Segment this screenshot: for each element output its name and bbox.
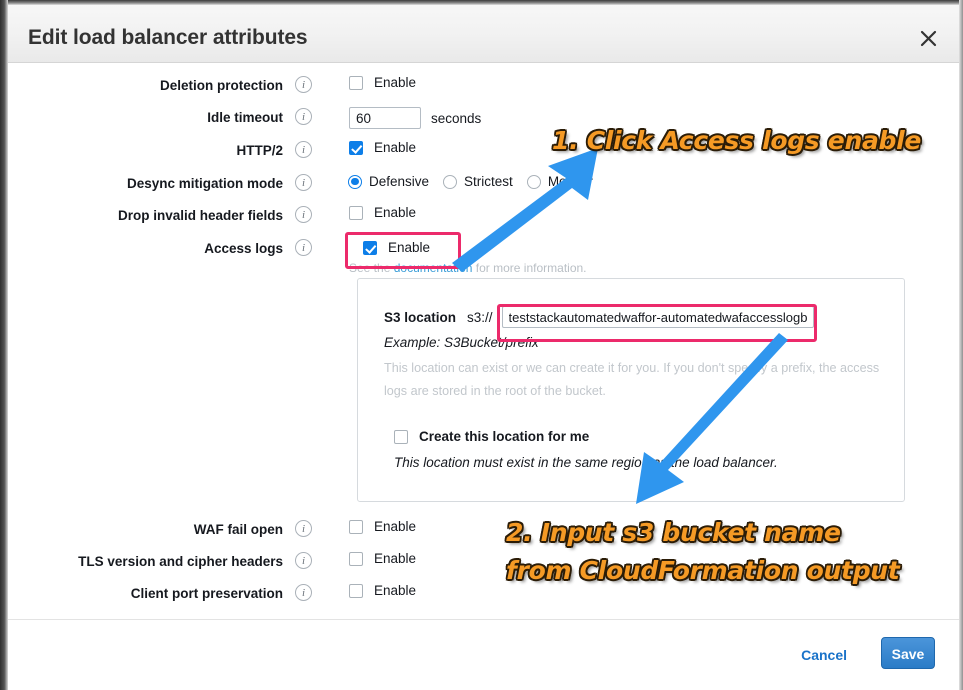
cancel-button[interactable]: Cancel [801,647,847,663]
create-location-row: Create this location for me [394,429,589,444]
desync-radio-defensive[interactable] [348,174,362,189]
idle-timeout-input[interactable] [349,107,421,129]
field-control: Enable [349,583,416,598]
field-label: TLS version and cipher headers [78,554,283,569]
s3-location-panel: S3 location s3:// Example: S3Bucket/pref… [357,278,905,502]
idle-timeout-unit: seconds [431,110,482,126]
drop-invalid-header-fields-checkbox[interactable] [349,205,363,220]
modal-body: Deletion protection i Enable Idle timeou… [8,63,959,619]
field-row-client-port-preservation: Client port preservation i Enable [8,583,959,613]
info-icon[interactable]: i [295,174,312,191]
doc-note-suffix: for more information. [475,261,587,275]
field-label: Idle timeout [207,110,283,125]
info-icon[interactable]: i [295,76,312,93]
info-icon[interactable]: i [295,239,312,256]
modal-header: Edit load balancer attributes [8,5,959,63]
s3-help-text: This location can exist or we can create… [384,361,880,398]
field-label: HTTP/2 [236,143,283,158]
field-row-waf-fail-open: WAF fail open i Enable [8,519,959,549]
info-icon[interactable]: i [295,141,312,158]
info-icon[interactable]: i [295,520,312,537]
field-control: Enable [349,205,416,220]
deletion-protection-checkbox[interactable] [349,75,363,90]
page-title: Edit load balancer attributes [28,26,308,49]
field-row-idle-timeout: Idle timeout i seconds [8,107,959,137]
s3-protocol-prefix: s3:// [467,309,493,325]
field-row-desync-mitigation-mode: Desync mitigation mode i Defensive Stric… [8,173,959,203]
info-icon[interactable]: i [295,206,312,223]
s3-example-text: Example: S3Bucket/prefix [384,335,539,350]
save-button[interactable]: Save [881,637,935,669]
checkbox-label[interactable]: Enable [388,240,430,255]
screenshot-root: Edit load balancer attributes Deletion p… [0,0,963,690]
field-label: WAF fail open [193,522,283,537]
field-row-tls-version-cipher-headers: TLS version and cipher headers i Enable [8,551,959,581]
s3-location-row: S3 location s3:// [384,306,814,328]
field-control: Defensive Strictest Monitor [348,174,607,189]
info-icon[interactable]: i [295,552,312,569]
documentation-note: See the documentation for more informati… [349,261,587,275]
desync-radio-monitor[interactable] [526,174,541,189]
doc-note-prefix: See the [349,261,391,275]
radio-label[interactable]: Defensive [369,174,429,189]
window-frame-left [0,0,8,690]
field-control: seconds [349,107,481,129]
info-icon[interactable]: i [295,584,312,601]
create-location-note: This location must exist in the same reg… [394,455,778,470]
checkbox-label[interactable]: Enable [374,583,416,598]
checkbox-label[interactable]: Enable [374,519,416,534]
waf-fail-open-checkbox[interactable] [349,519,363,534]
client-port-preservation-checkbox[interactable] [349,583,363,598]
field-label: Access logs [204,241,283,256]
checkbox-label[interactable]: Enable [374,140,416,155]
field-label: Deletion protection [159,78,283,93]
checkbox-label[interactable]: Enable [374,75,416,90]
field-label: Drop invalid header fields [117,208,283,223]
field-control: Enable [349,75,416,90]
s3-location-input[interactable] [501,306,814,328]
create-location-label[interactable]: Create this location for me [419,429,589,444]
s3-location-label: S3 location [384,309,457,325]
checkbox-label[interactable]: Enable [374,551,416,566]
desync-radio-strictest[interactable] [443,174,458,189]
radio-label[interactable]: Strictest [464,174,513,189]
field-row-drop-invalid-header-fields: Drop invalid header fields i Enable [8,205,959,235]
field-row-http2: HTTP/2 i Enable [8,140,959,170]
documentation-link[interactable]: documentation [394,261,473,275]
field-control: Enable [349,519,416,534]
modal-footer: Cancel Save [8,619,959,690]
window-frame-right [959,0,963,690]
radio-label[interactable]: Monitor [548,174,593,189]
field-control: Enable [349,140,416,155]
field-control: Enable [363,240,430,255]
checkbox-label[interactable]: Enable [374,205,416,220]
field-row-deletion-protection: Deletion protection i Enable [8,75,959,105]
field-label: Client port preservation [130,586,283,601]
field-control: Enable [349,551,416,566]
close-icon[interactable] [915,25,941,51]
create-location-checkbox[interactable] [394,429,408,444]
http2-checkbox[interactable] [349,140,363,155]
field-label: Desync mitigation mode [126,176,283,191]
tls-version-cipher-headers-checkbox[interactable] [349,551,363,566]
info-icon[interactable]: i [295,108,312,125]
access-logs-checkbox[interactable] [363,240,377,255]
